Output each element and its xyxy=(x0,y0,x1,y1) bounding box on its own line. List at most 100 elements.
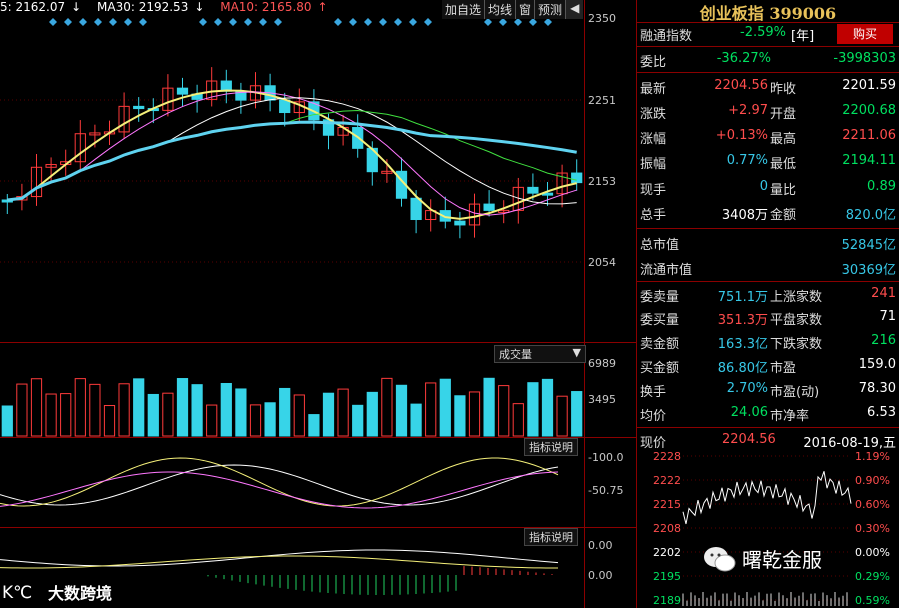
event-marker-icon xyxy=(379,18,387,26)
indicator2-line xyxy=(0,549,559,567)
volume-bar xyxy=(410,403,422,437)
volume-axis-label: 6989 xyxy=(588,357,616,370)
avg-row: 均价 24.06 市净率 6.53 xyxy=(640,405,896,424)
volume-bar xyxy=(118,383,130,437)
event-marker-icon xyxy=(259,18,267,26)
event-marker-icon xyxy=(94,18,102,26)
volume-bar xyxy=(16,383,28,437)
volume-bar xyxy=(439,378,451,437)
volume-bar xyxy=(352,404,364,437)
price-axis-divider xyxy=(584,0,585,608)
volume-bar xyxy=(89,383,101,437)
event-marker-icon xyxy=(499,18,507,26)
candle-body xyxy=(133,105,145,110)
candle-body xyxy=(410,197,422,221)
volume-bar xyxy=(74,378,86,437)
watermark-right: 曙乾金服 xyxy=(702,544,822,573)
volume-bar xyxy=(468,391,481,437)
window-button[interactable]: 窗 xyxy=(516,0,536,19)
svg-text:K℃: K℃ xyxy=(2,583,32,603)
candle-body xyxy=(483,203,495,211)
mini-right-axis-label: 1.19% xyxy=(855,450,890,463)
chart-toolbar: 加自选 均线 窗 预测 ◀ xyxy=(442,0,584,19)
amplitude-row: 振幅 0.77% 最低 2194.11 xyxy=(640,153,896,172)
volume-bar xyxy=(366,391,378,437)
volume-bar xyxy=(279,387,291,437)
volume-bar xyxy=(220,382,232,437)
volume-bar xyxy=(483,377,495,437)
indicator2-help-button[interactable]: 指标说明 xyxy=(524,528,578,546)
volume-bar xyxy=(45,393,57,437)
indicator1-help-button[interactable]: 指标说明 xyxy=(524,438,578,456)
volume-bar xyxy=(293,394,305,437)
pct-row: 涨幅 +0.13% 最高 2211.06 xyxy=(640,128,896,147)
mini-right-axis-label: 0.29% xyxy=(855,570,890,583)
total-vol-row: 总手 3408万 金额 820.0亿 xyxy=(640,208,896,223)
price-axis-label: 2054 xyxy=(588,256,616,269)
volume-bar xyxy=(162,392,174,437)
candle-body xyxy=(454,220,466,226)
indicator1-axis-label: -50.75 xyxy=(588,484,624,497)
mini-left-axis-label: 2215 xyxy=(653,498,681,511)
volume-header[interactable]: 成交量 ▼ xyxy=(494,345,586,363)
event-marker-icon xyxy=(424,18,432,26)
ma-legend: 5: 2162.07 ↓ MA30: 2192.53 ↓ MA10: 2165.80… xyxy=(0,0,340,14)
bid-amt-row: 买金额 86.80亿 市盈 159.0 xyxy=(640,357,896,376)
forecast-button[interactable]: 预测 xyxy=(535,0,567,19)
indicator1-line xyxy=(0,457,559,507)
indicator1-line xyxy=(0,471,559,509)
ma5-line xyxy=(7,89,577,220)
intraday-mini-chart[interactable]: 2228 1.19% 2222 0.90% 2215 0.60% 2208 0.30% 2202… xyxy=(637,448,899,608)
event-marker-icon xyxy=(244,18,252,26)
wechat-icon xyxy=(704,546,736,571)
volume-bar xyxy=(454,395,466,437)
volume-bar xyxy=(541,378,554,437)
event-marker-icon xyxy=(199,18,207,26)
price-axis-label: 2251 xyxy=(588,94,616,107)
collapse-icon[interactable]: ◀ xyxy=(566,0,584,19)
volume-bar xyxy=(381,377,393,437)
event-marker-icon xyxy=(484,18,492,26)
turnover-row: 换手 2.70% 市盈(动) 78.30 xyxy=(640,381,896,400)
add-watchlist-button[interactable]: 加自选 xyxy=(442,0,486,19)
indicator2-axis-label: 0.00 xyxy=(588,569,613,582)
mini-right-axis-label: 0.59% xyxy=(855,594,890,607)
event-marker-icon xyxy=(229,18,237,26)
volume-bar xyxy=(133,378,145,437)
kline-chart-canvas[interactable] xyxy=(0,0,584,608)
event-marker-icon xyxy=(274,18,282,26)
event-marker-icon xyxy=(529,18,537,26)
candle-body xyxy=(176,87,189,95)
bid-vol-row: 委买量 351.3万 平盘家数 71 xyxy=(640,309,896,328)
volume-bar xyxy=(337,388,349,437)
ma-line-button[interactable]: 均线 xyxy=(485,0,517,19)
mini-left-axis-label: 2222 xyxy=(653,474,681,487)
ma10-legend: MA10: 2165.80 ↑ xyxy=(220,0,328,14)
candle-body xyxy=(571,172,583,184)
ma30-legend: MA30: 2192.53 ↓ xyxy=(97,0,205,14)
event-marker-icon xyxy=(64,18,72,26)
volume-bar xyxy=(395,384,408,437)
ask-amt-row: 卖金额 163.3亿 下跌家数 216 xyxy=(640,333,896,352)
volume-bar xyxy=(206,404,218,437)
indicator2-axis-label: 0.00 xyxy=(588,539,613,552)
event-marker-icon xyxy=(544,18,552,26)
indicator2-line xyxy=(0,555,559,569)
volume-bar xyxy=(322,392,335,437)
mini-right-axis-label: 0.90% xyxy=(855,474,890,487)
chevron-down-icon[interactable]: ▼ xyxy=(573,346,581,359)
ma5-legend: 5: 2162.07 ↓ xyxy=(0,0,82,14)
volume-bar xyxy=(556,395,568,437)
kline-chart-panel[interactable] xyxy=(0,0,636,608)
mini-left-axis-label: 2189 xyxy=(653,594,681,607)
mini-left-axis-label: 2228 xyxy=(653,450,681,463)
ask-vol-row: 委卖量 751.1万 上涨家数 241 xyxy=(640,286,896,305)
event-marker-icon xyxy=(394,18,402,26)
volume-bar xyxy=(264,402,276,437)
price-axis-label: 2350 xyxy=(588,12,616,25)
indicator1-axis-label: -100.0 xyxy=(588,451,624,464)
buy-button[interactable]: 购买 xyxy=(837,24,893,44)
event-marker-icon xyxy=(139,18,147,26)
ma10-line xyxy=(7,91,577,216)
volume-bar xyxy=(103,405,116,437)
